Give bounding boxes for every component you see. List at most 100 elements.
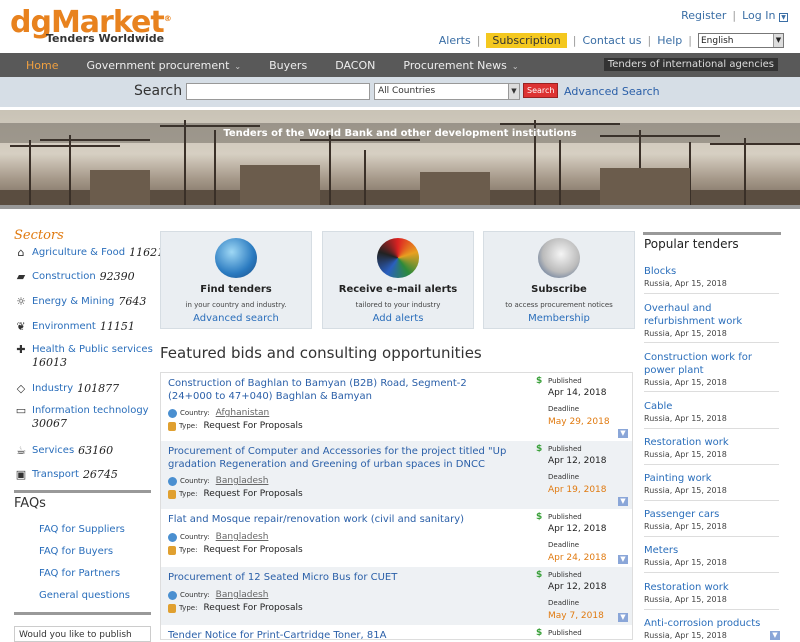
bus-icon: ▣ [15,468,27,481]
sector-item-transport[interactable]: ▣ Transport 26745 [14,468,118,481]
dgmarket-logo[interactable]: dgMarket® Tenders Worldwide [10,4,172,46]
card-subtitle: to access procurement notices [505,301,613,309]
divider [14,612,151,615]
help-link[interactable]: Help [657,34,682,47]
popular-item[interactable]: Meters Russia, Apr 15, 2018 [644,544,784,568]
country-link[interactable]: Bangladesh [216,532,269,542]
globe-icon [215,238,257,278]
published-label: Published [548,629,582,637]
contact-link[interactable]: Contact us [582,34,641,47]
alerts-link[interactable]: Alerts [439,34,471,47]
popular-item[interactable]: Painting work Russia, Apr 15, 2018 [644,472,784,496]
sector-item-industry[interactable]: ◇ Industry 101877 [14,382,119,395]
nav-buyers[interactable]: Buyers [255,59,321,72]
advanced-search-card-link[interactable]: Advanced search [161,313,311,324]
find-tenders-card[interactable]: Find tenders in your country and industr… [160,231,312,329]
utility-links: Alerts | Subscription | Contact us | Help | … [439,33,784,48]
nav-home[interactable]: Home [0,59,72,72]
sun-icon: ☼ [16,295,26,308]
country-select[interactable]: All Countries ▼ [374,83,520,100]
popular-item[interactable]: Construction work for power plant Russia,… [644,351,784,388]
search-button[interactable]: Search [523,83,559,98]
published-date: Apr 12, 2018 [548,456,607,466]
country-link[interactable]: Afghanistan [216,408,270,418]
popular-item[interactable]: Restoration work Russia, Apr 15, 2018 [644,436,784,460]
expand-icon[interactable]: ▼ [618,429,628,438]
subscription-link[interactable]: Subscription [486,33,567,48]
account-links: Register | Log In ▼ [681,9,788,22]
divider [644,391,779,392]
popular-tenders-title: Popular tenders [644,237,739,251]
bid-title-link[interactable]: Flat and Mosque repair/renovation work (… [168,513,513,526]
badge-icon [168,489,176,499]
sector-item-energy[interactable]: ☼ Energy & Mining 7643 [14,295,146,308]
popular-item[interactable]: Overhaul and refurbishment work Russia, A… [644,302,784,339]
sector-item-it[interactable]: ▭ Information technology 30067 [14,404,154,431]
advanced-search-link[interactable]: Advanced Search [564,85,660,98]
dollar-icon: $ [536,444,543,454]
nav-procurement-news[interactable]: Procurement News ⌄ [389,59,532,72]
featured-title: Featured bids and consulting opportuniti… [160,344,482,362]
country-link[interactable]: Bangladesh [216,590,269,600]
bid-title-link[interactable]: Procurement of Computer and Accessories … [168,445,513,471]
nav-international-agencies[interactable]: Tenders of international agencies [603,58,778,71]
sector-item-agriculture[interactable]: ⌂ Agriculture & Food 11621 [14,246,165,259]
faq-general-link[interactable]: General questions [39,590,130,601]
search-input[interactable] [186,83,370,100]
faq-buyers-link[interactable]: FAQ for Buyers [39,546,113,557]
divider [644,572,779,573]
expand-icon[interactable]: ▼ [770,631,780,640]
sector-item-environment[interactable]: ❦ Environment 11151 [14,320,134,333]
language-select[interactable]: English ▼ [698,33,784,48]
card-title: Subscribe [531,284,587,295]
expand-icon[interactable]: ▼ [618,613,628,622]
dollar-icon: $ [536,376,543,386]
popular-item[interactable]: Passenger cars Russia, Apr 15, 2018 [644,508,784,532]
country-link[interactable]: Bangladesh [216,476,269,486]
farm-icon: ⌂ [17,246,25,259]
bid-country: Country: Bangladesh [168,532,268,542]
bid-title-link[interactable]: Construction of Baghlan to Bamyan (B2B) … [168,377,513,403]
faq-suppliers-link[interactable]: FAQ for Suppliers [39,524,125,535]
diamond-icon: ◇ [16,382,26,395]
main-nav: Home Government procurement ⌄ Buyers DACO… [0,53,800,77]
sector-item-construction[interactable]: ▰ Construction 92390 [14,270,135,283]
expand-icon[interactable]: ▼ [618,555,628,564]
search-label: Search [134,83,183,99]
search-bar: Search All Countries ▼ Search Advanced Se… [0,77,800,107]
popular-item[interactable]: Anti-corrosion products Russia, Apr 15, 2… [644,617,784,641]
nav-dacon[interactable]: DACON [321,59,389,72]
dollar-icon: $ [536,570,543,580]
popular-item[interactable]: Cable Russia, Apr 15, 2018 [644,400,784,424]
login-link[interactable]: Log In ▼ [742,9,788,22]
deadline-date: May 29, 2018 [548,417,610,427]
bid-row: Construction of Baghlan to Bamyan (B2B) … [161,373,632,441]
bid-row: Procurement of 12 Seated Micro Bus for C… [161,567,632,625]
leaf-icon: ❦ [16,320,26,333]
popular-item[interactable]: Blocks Russia, Apr 15, 2018 [644,265,784,289]
divider [644,500,779,501]
popular-item[interactable]: Restoration work Russia, Apr 15, 2018 [644,581,784,605]
faq-partners-link[interactable]: FAQ for Partners [39,568,120,579]
divider [644,428,779,429]
add-alerts-link[interactable]: Add alerts [323,313,473,324]
subscribe-card[interactable]: Subscribe to access procurement notices … [483,231,635,329]
bid-row: Flat and Mosque repair/renovation work (… [161,509,632,567]
expand-icon[interactable]: ▼ [618,497,628,506]
badge-icon [168,421,176,431]
dropdown-arrow-icon: ▼ [508,84,519,99]
deadline-date: May 7, 2018 [548,611,604,621]
membership-link[interactable]: Membership [484,313,634,324]
nav-government-procurement[interactable]: Government procurement ⌄ [72,59,255,72]
email-alerts-card[interactable]: Receive e-mail alerts tailored to your i… [322,231,474,329]
bid-title-link[interactable]: Tender Notice for Print-Cartridge Toner,… [168,629,513,639]
register-link[interactable]: Register [681,9,726,22]
bid-title-link[interactable]: Procurement of 12 Seated Micro Bus for C… [168,571,513,584]
sector-item-services[interactable]: ☕ Services 63160 [14,444,113,457]
hero-banner[interactable]: Tenders of the World Bank and other deve… [0,110,800,208]
bid-country: Country: Bangladesh [168,590,268,600]
published-label: Published [548,571,582,579]
sector-item-health[interactable]: ✚ Health & Public services 16013 [14,343,154,370]
banner-pager[interactable] [0,205,800,209]
featured-bids-list: Construction of Baghlan to Bamyan (B2B) … [160,372,633,640]
